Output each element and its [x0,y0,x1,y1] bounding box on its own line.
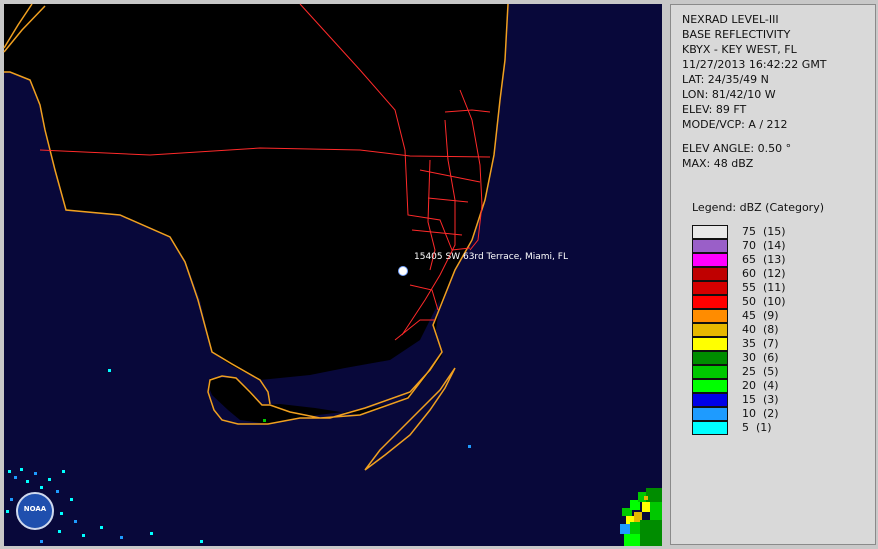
legend-row: 20 (4) [692,379,852,393]
map-canvas [3,3,662,546]
elevation-angle: ELEV ANGLE: 0.50 ° [682,142,792,155]
station-name: KBYX - KEY WEST, FL [682,43,797,56]
legend-label: 20 (4) [742,379,779,392]
legend-row: 5 (1) [692,421,852,435]
legend-row: 15 (3) [692,393,852,407]
legend-swatch [692,323,728,337]
legend-label: 60 (12) [742,267,786,280]
legend-swatch [692,309,728,323]
legend-row: 65 (13) [692,253,852,267]
legend-label: 25 (5) [742,365,779,378]
legend-swatch [692,379,728,393]
legend-swatch [692,267,728,281]
legend-row: 35 (7) [692,337,852,351]
legend-label: 50 (10) [742,295,786,308]
product-line-2: BASE REFLECTIVITY [682,28,791,41]
legend-label: 15 (3) [742,393,779,406]
noaa-logo-text: NOAA [23,505,47,513]
legend-label: 75 (15) [742,225,786,238]
station-elev: ELEV: 89 FT [682,103,747,116]
legend-row: 10 (2) [692,407,852,421]
legend-swatch [692,253,728,267]
legend-row: 30 (6) [692,351,852,365]
max-reflectivity: MAX: 48 dBZ [682,157,754,170]
legend-label: 45 (9) [742,309,779,322]
legend-swatch [692,239,728,253]
legend-label: 55 (11) [742,281,786,294]
legend-row: 45 (9) [692,309,852,323]
radar-map[interactable]: 15405 SW 63rd Terrace, Miami, FL NOAA [0,0,664,549]
legend-swatch [692,421,728,435]
legend-row: 75 (15) [692,225,852,239]
legend-label: 30 (6) [742,351,779,364]
legend-swatch [692,351,728,365]
location-label: 15405 SW 63rd Terrace, Miami, FL [414,252,568,262]
legend-row: 25 (5) [692,365,852,379]
legend-row: 70 (14) [692,239,852,253]
legend-row: 60 (12) [692,267,852,281]
legend-row: 55 (11) [692,281,852,295]
legend-row: 50 (10) [692,295,852,309]
legend-swatch [692,295,728,309]
product-line-1: NEXRAD LEVEL-III [682,13,779,26]
legend-swatch [692,337,728,351]
legend-label: 40 (8) [742,323,779,336]
legend-label: 70 (14) [742,239,786,252]
legend-label: 10 (2) [742,407,779,420]
legend-swatch [692,281,728,295]
legend-swatch [692,393,728,407]
legend-label: 35 (7) [742,337,779,350]
legend-label: 5 (1) [742,421,772,434]
location-marker[interactable] [398,266,408,276]
mode-vcp: MODE/VCP: A / 212 [682,118,788,131]
station-lon: LON: 81/42/10 W [682,88,776,101]
info-panel: NEXRAD LEVEL-III BASE REFLECTIVITY KBYX … [670,4,876,545]
legend-swatch [692,365,728,379]
legend-swatch [692,407,728,421]
noaa-logo: NOAA [16,492,54,530]
legend-title: Legend: dBZ (Category) [692,201,824,214]
station-lat: LAT: 24/35/49 N [682,73,769,86]
scan-datetime: 11/27/2013 16:42:22 GMT [682,58,827,71]
legend-label: 65 (13) [742,253,786,266]
legend-swatch [692,225,728,239]
legend-row: 40 (8) [692,323,852,337]
